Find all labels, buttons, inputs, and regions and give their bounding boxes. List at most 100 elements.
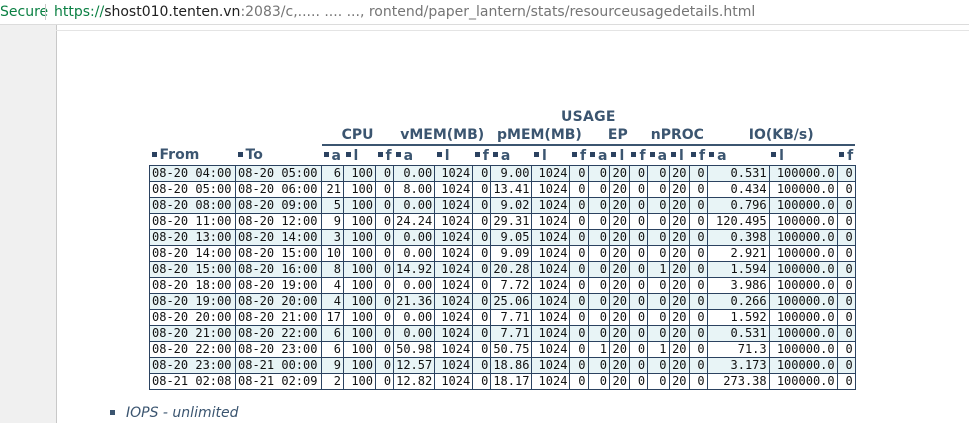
table-cell: 100000.0 (768, 213, 838, 230)
table-cell: 0 (587, 309, 610, 326)
table-cell: 17 (321, 309, 344, 326)
table-cell: 20 (608, 181, 630, 198)
table-cell: 3 (321, 229, 344, 246)
table-cell: 9.09 (490, 245, 533, 262)
left-gutter (0, 25, 57, 423)
sort-header[interactable]: a (588, 145, 609, 166)
table-cell: 7.72 (490, 277, 533, 294)
table-cell: 20 (608, 373, 630, 390)
table-cell: 7.71 (490, 325, 533, 342)
from-header[interactable]: From (150, 145, 236, 166)
table-cell: 1024 (531, 181, 571, 198)
table-cell: 0 (836, 325, 856, 342)
table-cell: 0 (647, 373, 670, 390)
sort-header-label: f (385, 147, 392, 164)
table-cell: 20.28 (490, 261, 533, 278)
sort-header[interactable]: a (322, 145, 344, 166)
table-cell: 1024 (434, 293, 474, 310)
sort-header[interactable]: a (707, 145, 769, 166)
table-cell: 0 (472, 293, 492, 310)
table-cell: 100 (343, 245, 376, 262)
table-cell: 0 (836, 357, 856, 374)
group-header: EP (588, 126, 648, 146)
table-cell: 0 (688, 325, 708, 342)
sort-header[interactable]: l (669, 145, 689, 166)
sort-header[interactable]: f (376, 145, 394, 166)
table-cell: 20 (608, 357, 630, 374)
sort-header-label: l (779, 147, 784, 164)
sort-header[interactable]: f (629, 145, 647, 166)
table-cell: 0 (374, 277, 395, 294)
table-cell: 0 (688, 277, 708, 294)
sort-header[interactable]: f (473, 145, 491, 166)
table-cell: 0 (836, 293, 856, 310)
to-header[interactable]: To (236, 145, 322, 166)
table-row: 08-20 11:00 08-20 12:00 9 100 0 24.24 1024 0 29.… (149, 213, 856, 230)
table-cell: 100 (343, 277, 376, 294)
table-cell: 0.531 (706, 165, 770, 182)
table-cell: 0 (472, 341, 492, 358)
table-cell: 0 (587, 245, 610, 262)
table-cell: 08-20 08:00 (149, 197, 236, 214)
table-cell: 3.173 (706, 357, 770, 374)
table-cell: 0 (836, 181, 856, 198)
table-cell: 08-20 18:00 (149, 277, 236, 294)
table-cell: 0 (836, 261, 856, 278)
table-cell: 0 (472, 181, 492, 198)
table-row: 08-20 08:00 08-20 09:00 5 100 0 0.00 1024 0 9.02… (149, 197, 856, 214)
page-divider (56, 30, 969, 31)
sort-header[interactable]: l (344, 145, 376, 166)
table-cell: 1024 (531, 213, 571, 230)
table-cell: 0 (374, 325, 395, 342)
sort-header[interactable]: l (609, 145, 629, 166)
table-cell: 2.921 (706, 245, 770, 262)
sort-header[interactable]: a (394, 145, 435, 166)
sort-header[interactable]: l (532, 145, 570, 166)
table-cell: 20 (608, 261, 630, 278)
table-cell: 0 (836, 197, 856, 214)
sort-header-label: f (847, 147, 854, 164)
table-cell: 5 (321, 197, 344, 214)
table-cell: 100 (343, 373, 376, 390)
secure-label[interactable]: Secure (0, 0, 48, 24)
table-cell: 100 (343, 229, 376, 246)
sort-header-label: a (331, 147, 341, 164)
sort-header[interactable]: f (570, 145, 588, 166)
sort-header[interactable]: a (648, 145, 669, 166)
table-cell: 14.92 (393, 261, 436, 278)
table-cell: 0 (374, 261, 395, 278)
table-cell: 08-20 14:00 (149, 245, 236, 262)
table-cell: 1024 (434, 165, 474, 182)
table-cell: 08-20 11:00 (149, 213, 236, 230)
sort-header[interactable]: l (769, 145, 837, 166)
url-text[interactable]: https://shost010.tenten.vn:2083/c,..... … (54, 0, 755, 24)
address-bar[interactable]: Secure https://shost010.tenten.vn:2083/c… (0, 0, 969, 25)
table-cell: 20 (608, 325, 630, 342)
table-cell: 24.24 (393, 213, 436, 230)
sort-header[interactable]: l (435, 145, 473, 166)
sort-header[interactable]: f (837, 145, 855, 166)
table-cell: 1024 (434, 357, 474, 374)
table-cell: 8 (321, 261, 344, 278)
table-cell: 100000.0 (768, 229, 838, 246)
table-cell: 0 (836, 213, 856, 230)
table-cell: 0 (587, 293, 610, 310)
table-cell: 0 (587, 261, 610, 278)
sort-header[interactable]: f (689, 145, 707, 166)
table-cell: 10 (321, 245, 344, 262)
group-spacer (150, 126, 322, 145)
table-cell: 12.57 (393, 357, 436, 374)
group-header: IO(KB/s) (707, 126, 856, 146)
sort-header-label: a (500, 147, 511, 164)
table-cell: 0 (587, 197, 610, 214)
sort-header[interactable]: a (491, 145, 532, 166)
table-cell: 0 (374, 197, 395, 214)
table-cell: 0 (587, 181, 610, 198)
table-cell: 1024 (531, 357, 571, 374)
table-cell: 0 (472, 245, 492, 262)
table-cell: 08-20 14:00 (235, 229, 322, 246)
group-header: nPROC (647, 126, 708, 146)
table-cell: 0 (628, 341, 649, 358)
sort-header-label: a (598, 147, 608, 164)
table-cell: 08-20 13:00 (149, 229, 236, 246)
